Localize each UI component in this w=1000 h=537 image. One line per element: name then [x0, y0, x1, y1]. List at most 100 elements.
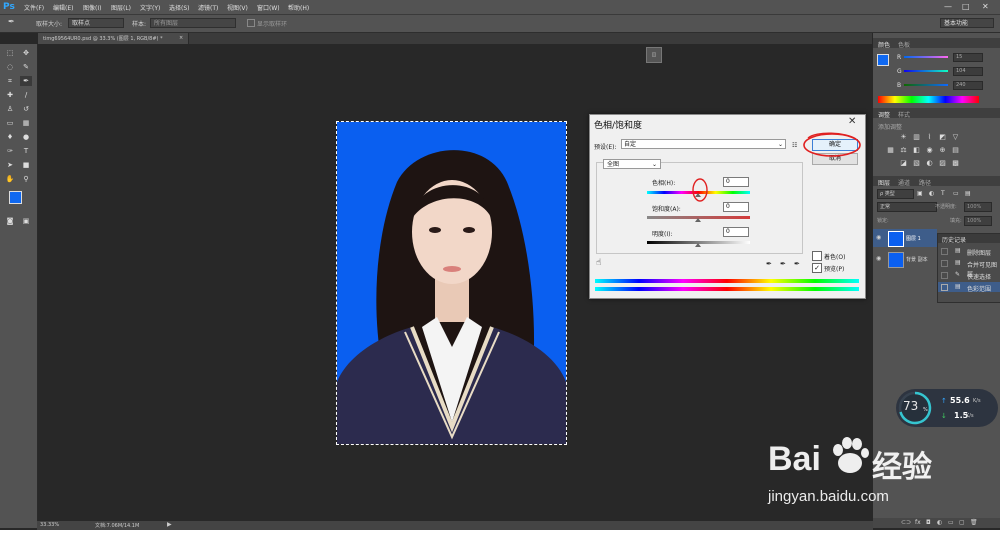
hue-saturation-icon[interactable]: ▦ — [887, 147, 894, 154]
color-spectrum-ramp[interactable] — [878, 96, 979, 103]
history-item-selected[interactable]: ▤ 色彩范围 — [938, 282, 1000, 293]
color-balance-icon[interactable]: ⚖ — [900, 147, 907, 154]
saturation-input[interactable]: 0 — [723, 202, 749, 212]
invert-icon[interactable]: ◪ — [900, 160, 907, 167]
curves-icon[interactable]: ⌇ — [926, 134, 933, 141]
show-ring-checkbox[interactable] — [247, 19, 255, 27]
preview-checkbox[interactable]: ✓ — [812, 263, 822, 273]
eye-icon[interactable]: ◉ — [876, 234, 881, 241]
window-close-button[interactable]: ✕ — [982, 2, 989, 11]
shape-tool-icon[interactable]: ■ — [20, 160, 32, 170]
menu-type[interactable]: 文字(Y) — [140, 3, 160, 12]
filter-smart-icon[interactable]: ▤ — [965, 190, 971, 197]
gradient-map-icon[interactable]: ▨ — [939, 160, 946, 167]
eyedropper-icon[interactable]: ✒ — [766, 260, 772, 268]
filter-pixel-icon[interactable]: ▣ — [917, 190, 923, 197]
type-tool-icon[interactable]: T — [20, 146, 32, 156]
color-r-input[interactable]: 15 — [953, 53, 983, 62]
window-minimize-button[interactable]: — — [944, 2, 952, 11]
filter-adjust-icon[interactable]: ◐ — [929, 190, 934, 197]
exposure-icon[interactable]: ◩ — [939, 134, 946, 141]
color-lookup-icon[interactable]: ▤ — [952, 147, 959, 154]
sample-size-select[interactable]: 取样点 — [68, 18, 124, 28]
eyedropper-icon[interactable]: ✒ — [8, 17, 15, 26]
dialog-close-button[interactable]: ✕ — [848, 116, 856, 127]
colorize-checkbox[interactable] — [812, 251, 822, 261]
stamp-tool-icon[interactable]: ♙ — [4, 104, 16, 114]
blend-mode-select[interactable]: 正常 — [877, 202, 937, 212]
document-photo[interactable] — [336, 121, 567, 445]
menu-view[interactable]: 视图(V) — [227, 3, 248, 12]
lasso-tool-icon[interactable]: ◌ — [4, 62, 16, 72]
tab-styles[interactable]: 样式 — [898, 110, 910, 119]
photo-filter-icon[interactable]: ◉ — [926, 147, 933, 154]
dodge-tool-icon[interactable]: ● — [20, 132, 32, 142]
color-g-slider[interactable] — [904, 70, 948, 72]
history-checkbox[interactable] — [941, 284, 948, 291]
marquee-tool-icon[interactable]: ⬚ — [4, 48, 16, 58]
saturation-slider-thumb[interactable] — [695, 218, 701, 222]
path-select-tool-icon[interactable]: ➤ — [4, 160, 16, 170]
fx-icon[interactable]: fx — [915, 519, 921, 526]
floating-panel-icon[interactable]: ◫ — [646, 47, 662, 63]
tab-adjustments[interactable]: 调整 — [878, 110, 890, 119]
menu-window[interactable]: 窗口(W) — [257, 3, 280, 12]
channel-mixer-icon[interactable]: ⊕ — [939, 147, 946, 154]
zoom-tool-icon[interactable]: ⚲ — [20, 174, 32, 184]
channel-select[interactable]: 全图 ⌄ — [603, 159, 661, 169]
history-item[interactable]: ▤ 合并可见图层 — [938, 258, 1000, 278]
tab-color[interactable]: 颜色 — [878, 40, 890, 49]
brightness-icon[interactable]: ☀ — [900, 134, 907, 141]
status-menu-arrow-icon[interactable]: ▶ — [167, 521, 172, 528]
trash-icon[interactable]: 🗑 — [970, 519, 978, 526]
tab-paths[interactable]: 路径 — [919, 178, 931, 187]
menu-filter[interactable]: 滤镜(T) — [198, 3, 218, 12]
menu-file[interactable]: 文件(F) — [24, 3, 44, 12]
history-item[interactable]: ▤ 删除图层 — [938, 246, 1000, 257]
foreground-color-swatch[interactable] — [9, 191, 22, 204]
fill-input[interactable]: 100% — [964, 216, 992, 226]
tab-swatches[interactable]: 色板 — [898, 40, 910, 49]
layer-filter-select[interactable]: ρ 类型 — [877, 189, 914, 199]
quick-mask-icon[interactable]: ◙ — [4, 216, 16, 226]
zoom-level[interactable]: 33.33% — [40, 522, 59, 528]
link-layers-icon[interactable]: ⊂⊃ — [901, 519, 911, 526]
eyedropper-minus-icon[interactable]: ✒ — [794, 260, 800, 268]
color-b-slider[interactable] — [904, 84, 948, 86]
group-icon[interactable]: ▭ — [948, 519, 954, 526]
history-checkbox[interactable] — [941, 272, 948, 279]
menu-layer[interactable]: 图层(L) — [111, 3, 131, 12]
tab-layers[interactable]: 图层 — [878, 178, 890, 187]
screen-mode-icon[interactable]: ▣ — [20, 216, 32, 226]
layer-row-2[interactable]: ◉ 背景 副本 — [873, 250, 937, 268]
color-g-input[interactable]: 104 — [953, 67, 983, 76]
new-layer-icon[interactable]: ▢ — [959, 519, 965, 526]
history-checkbox[interactable] — [941, 260, 948, 267]
sample-select[interactable]: 所有图层 — [150, 18, 236, 28]
lightness-input[interactable]: 0 — [723, 227, 749, 237]
history-checkbox[interactable] — [941, 248, 948, 255]
menu-edit[interactable]: 编辑(E) — [53, 3, 73, 12]
filter-type-icon[interactable]: T — [941, 190, 945, 197]
levels-icon[interactable]: ▥ — [913, 134, 920, 141]
move-tool-icon[interactable]: ✥ — [20, 48, 32, 58]
history-item[interactable]: ✎ 快速选择 — [938, 270, 1000, 281]
tab-channels[interactable]: 通道 — [898, 178, 910, 187]
filter-shape-icon[interactable]: ▭ — [953, 190, 959, 197]
menu-image[interactable]: 图像(I) — [83, 3, 101, 12]
posterize-icon[interactable]: ▧ — [913, 160, 920, 167]
workspace-select[interactable]: 基本功能 — [940, 18, 994, 28]
selective-color-icon[interactable]: ▩ — [952, 160, 959, 167]
eye-icon[interactable]: ◉ — [876, 255, 881, 262]
color-r-slider[interactable] — [904, 56, 948, 58]
menu-help[interactable]: 帮助(H) — [288, 3, 309, 12]
preset-select[interactable]: 自定 ⌄ — [621, 139, 786, 149]
window-maximize-button[interactable]: □ — [962, 2, 970, 11]
pen-tool-icon[interactable]: ✑ — [4, 146, 16, 156]
document-tab-close[interactable]: × — [179, 35, 183, 41]
quick-select-tool-icon[interactable]: ✎ — [20, 62, 32, 72]
eyedropper-plus-icon[interactable]: ✒ — [780, 260, 786, 268]
healing-tool-icon[interactable]: ✚ — [4, 90, 16, 100]
threshold-icon[interactable]: ◐ — [926, 160, 933, 167]
mask-icon[interactable]: ◘ — [926, 519, 931, 526]
